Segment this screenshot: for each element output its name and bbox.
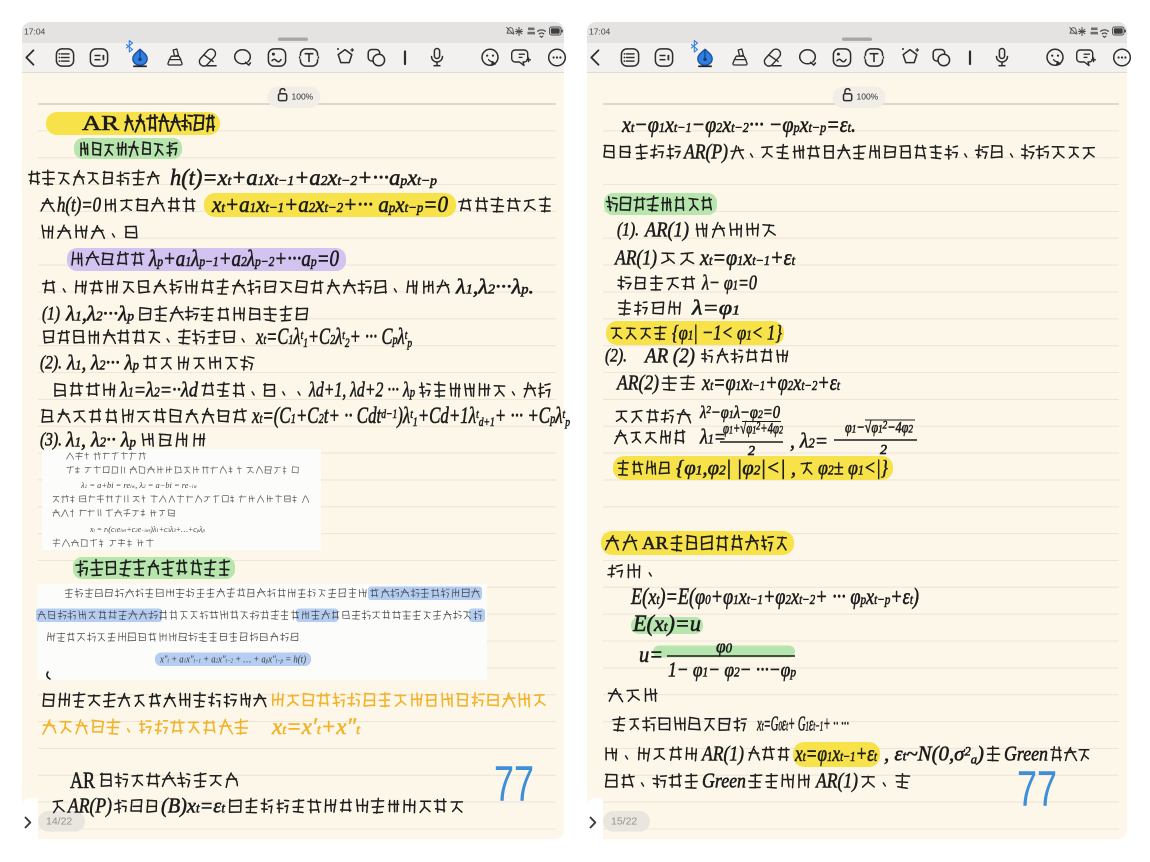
svg-text:AR(1): AR(1): [814, 768, 858, 792]
svg-text:AR: AR: [82, 111, 119, 135]
svg-text:xt=φ1xt−1+εt: xt=φ1xt−1+εt: [699, 245, 796, 270]
svg-text:h(t)=0: h(t)=0: [57, 192, 101, 216]
svg-text:AR (2): AR (2): [643, 343, 695, 367]
svg-text:λd+1, λd+2 ··· λp: λd+1, λd+2 ··· λp: [308, 377, 415, 401]
svg-text:(B)xt=εt: (B)xt=εt: [161, 793, 226, 817]
svg-text:(1): (1): [42, 304, 60, 325]
svg-text:100%: 100%: [292, 92, 314, 102]
svg-text:xt=φ1xt−1+φ2xt−2+εt: xt=φ1xt−1+φ2xt−2+εt: [701, 370, 841, 395]
svg-text:17:04: 17:04: [589, 26, 611, 36]
svg-text:x″t + a1x″t−1 + a2x″t−2 + … +: x″t + a1x″t−1 + a2x″t−2 + … + apx″t−p = …: [159, 655, 306, 666]
svg-text:λ− φ1=0: λ− φ1=0: [701, 270, 757, 294]
svg-text:λ2−φ1λ−φ2=0: λ2−φ1λ−φ2=0: [699, 402, 780, 422]
svg-text:u=: u=: [639, 642, 663, 667]
svg-text:xt=G0εt+ G1εt−1+ ·· ···: xt=G0εt+ G1εt−1+ ·· ···: [757, 711, 849, 735]
svg-text:17:04: 17:04: [24, 26, 46, 36]
svg-text:(1).: (1).: [617, 220, 639, 241]
svg-text:AR(1): AR(1): [700, 741, 744, 765]
svg-text:AR(1): AR(1): [643, 217, 689, 241]
svg-text:{φ1,φ2| |φ2|<| ,: {φ1,φ2| |φ2|<| ,: [676, 455, 796, 479]
svg-text:Green: Green: [702, 768, 746, 792]
svg-text:h(t)=xt+a1xt−1+a2xt−2+···apxt−: h(t)=xt+a1xt−1+a2xt−2+···apxt−p: [170, 165, 437, 190]
svg-text:Green: Green: [1004, 741, 1048, 765]
svg-text:AR(2): AR(2): [615, 370, 659, 394]
svg-text:77: 77: [494, 756, 534, 812]
svg-text:15/22: 15/22: [611, 815, 637, 827]
svg-text:AR: AR: [70, 768, 96, 793]
svg-text:(2).: (2).: [40, 353, 62, 374]
svg-text:(2).: (2).: [605, 346, 627, 367]
svg-text:AR(P): AR(P): [682, 139, 728, 163]
svg-text:AR(P): AR(P): [66, 793, 112, 817]
svg-text:1− φ1− φ2− ···−φp: 1− φ1− φ2− ···−φp: [668, 657, 796, 681]
svg-text:(3).: (3).: [40, 430, 62, 451]
svg-text:77: 77: [1017, 761, 1057, 817]
svg-text:λ1 = a+bi = reiw, λ2 = a−bi =: λ1 = a+bi = reiw, λ2 = a−bi = re−iw: [80, 480, 197, 490]
svg-text:100%: 100%: [857, 92, 879, 102]
svg-text:AR(1): AR(1): [613, 245, 657, 269]
svg-text:AR: AR: [642, 533, 668, 553]
svg-text:xt=φ1xt−1+εt: xt=φ1xt−1+εt: [794, 741, 878, 766]
